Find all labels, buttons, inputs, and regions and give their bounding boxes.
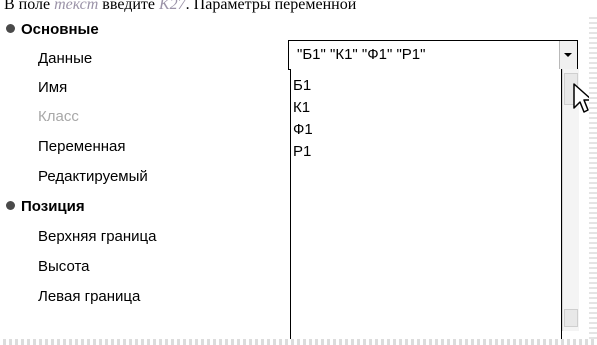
caption-text-middle: введите — [98, 0, 159, 13]
caption-text-before: В поле — [4, 0, 55, 13]
scrollbar-bottom-button[interactable] — [564, 309, 578, 327]
caption-text-after: . Параметры переменной — [185, 0, 357, 13]
property-label-data: Данные — [38, 50, 93, 67]
dropdown-option-r1[interactable]: Р1 — [291, 141, 561, 163]
bullet-icon — [6, 201, 15, 210]
data-dropdown-list[interactable]: Б1 К1 Ф1 Р1 — [290, 69, 562, 345]
property-label-editable: Редактируемый — [38, 168, 148, 185]
dropdown-option-k1[interactable]: К1 — [291, 97, 561, 119]
category-main-label: Основные — [21, 21, 99, 38]
property-label-top: Верхняя граница — [38, 228, 157, 245]
caption-italic-k27: K27 — [159, 0, 186, 13]
dropdown-option-f1[interactable]: Ф1 — [291, 119, 561, 141]
data-value-text: "Б1" "К1" "Ф1" "Р1" — [297, 46, 426, 63]
dropdown-button[interactable] — [559, 41, 577, 69]
bullet-icon — [6, 24, 15, 33]
property-label-class: Класс — [38, 108, 79, 125]
instruction-caption: В поле текст введите K27. Параметры пере… — [4, 0, 597, 14]
chevron-down-icon — [564, 53, 572, 57]
dropdown-option-b1[interactable]: Б1 — [291, 75, 561, 97]
data-value-field[interactable]: "Б1" "К1" "Ф1" "Р1" — [288, 40, 578, 70]
property-label-left: Левая граница — [38, 288, 141, 305]
property-label-name: Имя — [38, 79, 68, 96]
category-position-label: Позиция — [21, 198, 85, 215]
torn-edge-right — [589, 14, 597, 345]
property-label-variable: Переменная — [38, 138, 126, 155]
caption-italic-text: текст — [54, 0, 99, 13]
property-label-height: Высота — [38, 258, 90, 275]
torn-edge-bottom — [0, 339, 597, 345]
